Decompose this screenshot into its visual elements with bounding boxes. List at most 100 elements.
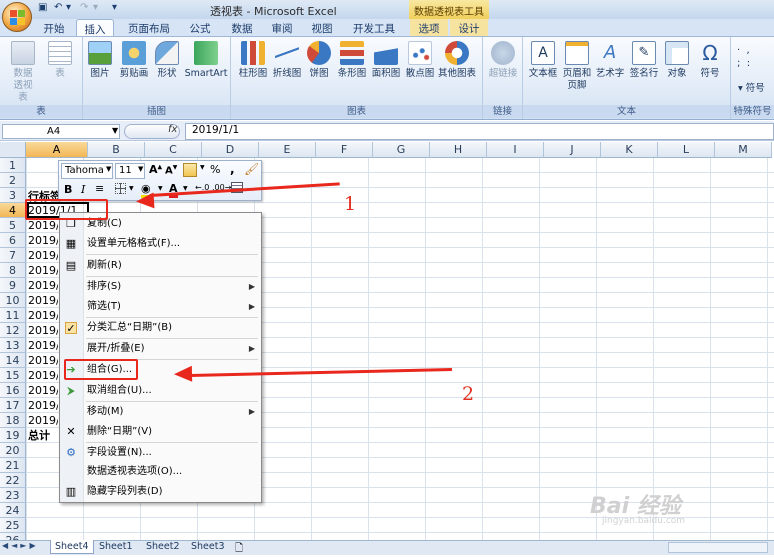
row-header[interactable]: 18 [0,413,26,428]
menu-item[interactable]: ▦ 设置单元格格式(F)... [60,234,261,254]
object-button[interactable]: 对象 [663,41,691,80]
area-chart-button[interactable]: 面积图 [369,41,403,80]
date-cell[interactable]: 2019/ [28,248,58,263]
menu-item[interactable]: 数据透视表选项(O)... [60,462,261,482]
hyperlink-button[interactable]: 超链接 [485,41,521,80]
row-header[interactable]: 25 [0,518,26,533]
row-header[interactable]: 1 [0,158,26,173]
date-cell[interactable]: 2019/ [28,398,58,413]
signature-line-button[interactable]: ✎ 签名行 [627,41,661,80]
shapes-button[interactable]: 形状 [153,41,181,80]
row-header[interactable]: 23 [0,488,26,503]
date-cell[interactable]: 2019/ [28,368,58,383]
menu-item[interactable]: ⮞ 取消组合(U)... [60,381,261,401]
row-header[interactable]: 13 [0,338,26,353]
align-center-icon[interactable]: ≡ [95,182,104,195]
sheet-tab-sheet1[interactable]: Sheet1 [95,540,137,554]
menu-item[interactable]: 筛选(T) ▶ [60,297,261,317]
size-dropdown-icon[interactable]: ▼ [138,165,143,173]
row-header[interactable]: 19 [0,428,26,443]
wordart-button[interactable]: A 艺术字 [594,41,626,80]
row-header[interactable]: 21 [0,458,26,473]
column-header[interactable]: D [202,142,259,158]
bold-icon[interactable]: B [64,183,72,196]
borders-icon[interactable] [115,183,126,194]
redo-icon[interactable]: ↷ [80,2,88,16]
undo-dropdown-icon[interactable]: ▾ [66,2,71,16]
column-header[interactable]: K [601,142,658,158]
column-header[interactable]: G [373,142,430,158]
column-chart-button[interactable]: 柱形图 [236,41,270,80]
menu-item[interactable]: 展开/折叠(E) ▶ [60,339,261,359]
date-cell[interactable]: 2019/ [28,353,58,368]
percent-style-button[interactable]: % [210,163,220,176]
redo-dropdown-icon[interactable]: ▾ [93,2,98,16]
date-cell[interactable]: 2019/ [28,323,58,338]
row-header[interactable]: 9 [0,278,26,293]
column-header[interactable]: C [145,142,202,158]
column-header[interactable]: M [715,142,772,158]
row-header[interactable]: 6 [0,233,26,248]
select-all-corner[interactable] [0,142,26,158]
column-header[interactable]: B [88,142,145,158]
column-header[interactable]: H [430,142,487,158]
name-box-dropdown-icon[interactable]: ▼ [112,126,118,135]
row-header[interactable]: 14 [0,353,26,368]
customize-qat-icon[interactable]: ▾ [112,2,117,16]
accounting-dropdown-icon[interactable]: ▼ [200,164,205,171]
format-painter-icon[interactable]: 🖌 [244,162,259,176]
row-header[interactable]: 24 [0,503,26,518]
menu-item[interactable]: ✕ 删除“日期”(V) [60,422,261,442]
menu-item[interactable]: 排序(S) ▶ [60,277,261,297]
comma-style-button[interactable]: , [230,162,235,176]
date-cell[interactable]: 2019/ [28,383,58,398]
row-header[interactable]: 17 [0,398,26,413]
fx-icon[interactable]: fx [168,124,177,135]
symbol-button[interactable]: Ω 符号 [695,41,725,80]
column-header[interactable]: L [658,142,715,158]
row-header[interactable]: 11 [0,308,26,323]
row-header[interactable]: 15 [0,368,26,383]
menu-item[interactable]: 移动(M) ▶ [60,402,261,422]
sheet-tab-sheet2[interactable]: Sheet2 [142,540,184,554]
date-cell[interactable]: 2019/ [28,233,58,248]
tab-design[interactable]: 设计 [450,19,488,37]
shrink-font-icon[interactable]: A▼ [165,164,177,176]
pivot-table-button[interactable]: 数据透视表 [4,41,42,104]
date-cell[interactable]: 2019/ [28,278,58,293]
menu-item[interactable]: ✓ 分类汇总“日期”(B) [60,318,261,338]
row-header[interactable]: 12 [0,323,26,338]
row-header[interactable]: 5 [0,218,26,233]
sheet-tab-sheet4[interactable]: Sheet4 [50,540,94,554]
date-cell[interactable]: 2019/ [28,308,58,323]
horizontal-scrollbar[interactable] [668,542,768,553]
tab-review[interactable]: 审阅 [263,19,301,37]
italic-icon[interactable]: I [81,183,85,196]
date-cell[interactable]: 2019/ [28,263,58,278]
tab-data[interactable]: 数据 [223,19,261,37]
row-header[interactable]: 2 [0,173,26,188]
table-button[interactable]: 表 [46,41,74,80]
column-header[interactable]: F [316,142,373,158]
tab-view[interactable]: 视图 [303,19,341,37]
textbox-button[interactable]: A 文本框 [526,41,560,80]
grow-font-icon[interactable]: A▲ [149,163,162,176]
undo-icon[interactable]: ↶ [54,2,62,16]
tab-formulas[interactable]: 公式 [181,19,219,37]
cell-a19-total[interactable]: 总计 [28,428,50,443]
tab-insert[interactable]: 插入 [76,19,114,37]
sheet-tab-sheet3[interactable]: Sheet3 [187,540,229,554]
scatter-chart-button[interactable]: 散点图 [403,41,437,80]
format-painter-table-icon[interactable] [183,163,197,177]
row-header[interactable]: 4 [0,203,26,218]
pie-chart-button[interactable]: 饼图 [305,41,333,80]
sheet-nav-arrows-icon[interactable]: ◀◄►▶ [2,541,39,550]
smartart-button[interactable]: SmartArt [184,41,228,80]
save-icon[interactable]: ▣ [38,2,47,16]
fill-dropdown-icon[interactable]: ▼ [158,185,163,192]
clipart-button[interactable]: 剪贴画 [117,41,151,80]
menu-item[interactable]: ▥ 隐藏字段列表(D) [60,482,261,502]
row-header[interactable]: 7 [0,248,26,263]
row-header[interactable]: 20 [0,443,26,458]
special-symbols-grid[interactable]: · ,; : [737,44,750,70]
